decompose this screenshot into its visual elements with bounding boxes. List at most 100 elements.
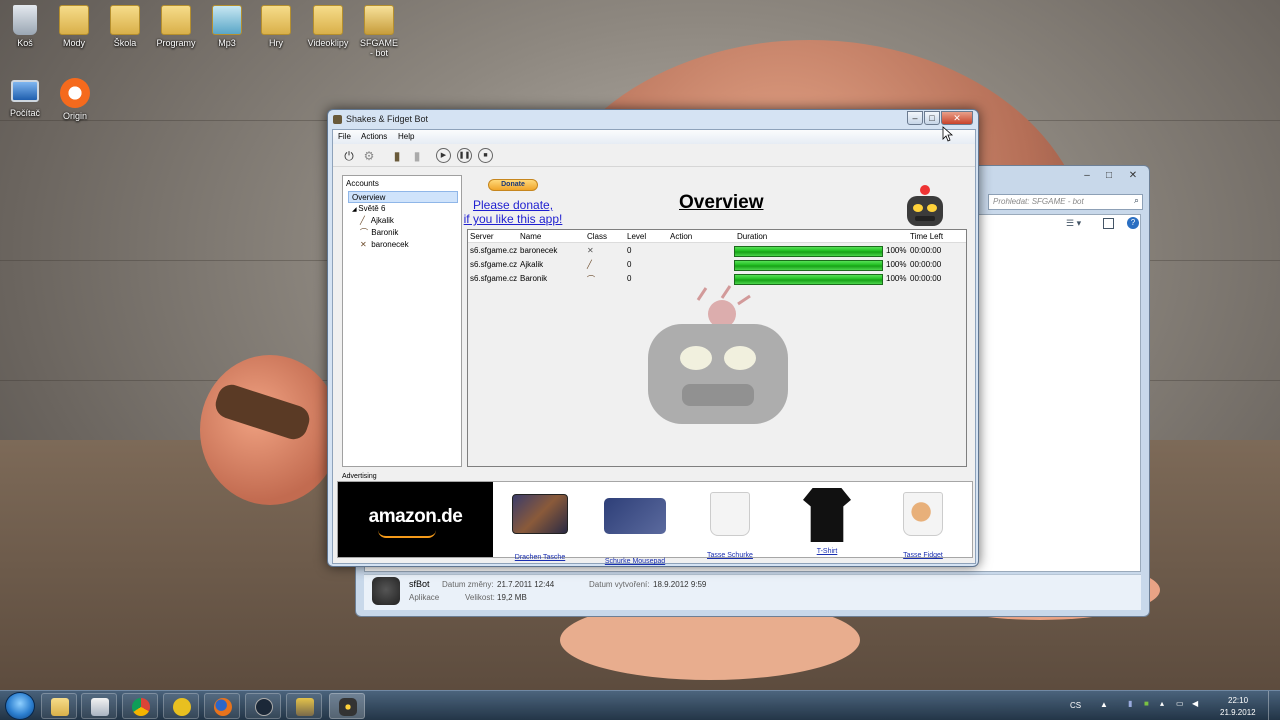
battery-icon[interactable]: ▭ bbox=[1176, 699, 1184, 708]
bow-icon: ⌒ bbox=[587, 275, 595, 284]
cell-server: s6.sfgame.cz bbox=[470, 260, 518, 269]
column-header-duration[interactable]: Duration bbox=[737, 232, 767, 241]
desktop-icon-label: Škola bbox=[113, 38, 137, 48]
desktop-icon-hry[interactable]: Hry bbox=[248, 5, 304, 48]
details-size-label: Velikost: bbox=[465, 593, 495, 602]
volume-icon[interactable]: ◀ bbox=[1192, 699, 1198, 708]
details-modified-label: Datum změny: bbox=[442, 580, 494, 589]
column-header-action[interactable]: Action bbox=[670, 232, 692, 241]
language-indicator[interactable]: CS bbox=[1070, 701, 1081, 710]
donate-link[interactable]: Please donate, if you like this app! bbox=[461, 198, 565, 226]
pause-icon[interactable]: ❚❚ bbox=[457, 148, 472, 163]
robot-logo-icon bbox=[907, 185, 943, 226]
taskbar-steam[interactable] bbox=[245, 693, 281, 719]
desktop-icon-origin[interactable]: Origin bbox=[47, 78, 103, 121]
desktop-icon-label: Počítač bbox=[9, 108, 40, 118]
tree-item-character[interactable]: ╱ Ajkalik bbox=[348, 215, 458, 227]
donate-link-line-2: if you like this app! bbox=[463, 212, 563, 226]
desktop-icon-mody[interactable]: Mody bbox=[46, 5, 102, 48]
app-icon bbox=[333, 115, 342, 124]
explorer-minimize-button[interactable]: – bbox=[1076, 170, 1098, 184]
app-titlebar[interactable]: Shakes & Fidget Bot – □ ✕ bbox=[328, 110, 978, 130]
remove-account-icon[interactable]: ▮ bbox=[409, 148, 425, 164]
advertising-banner[interactable]: amazon.de Drachen Tasche Schurke Mousepa… bbox=[337, 481, 973, 565]
ad-product[interactable]: Tasse Schurke bbox=[691, 486, 769, 559]
duration-progress-bar bbox=[734, 260, 883, 271]
taskbar-sfbot[interactable] bbox=[329, 693, 365, 719]
amazon-logo[interactable]: amazon.de bbox=[338, 482, 493, 557]
column-header-name[interactable]: Name bbox=[520, 232, 541, 241]
nvidia-icon[interactable]: ■ bbox=[1144, 699, 1149, 708]
stop-icon[interactable]: ■ bbox=[478, 148, 493, 163]
desktop-icon-videoklipy[interactable]: Videoklipy bbox=[300, 5, 356, 48]
tree-item-character[interactable]: ✕ baronecek bbox=[348, 239, 458, 251]
clock-date[interactable]: 21.9.2012 bbox=[1220, 708, 1256, 717]
ad-product[interactable]: T-Shirt bbox=[788, 486, 866, 555]
taskbar-chrome[interactable] bbox=[122, 693, 158, 719]
taskbar-firefox[interactable] bbox=[204, 693, 240, 719]
computer-icon bbox=[11, 80, 39, 102]
sword-icon: ✕ bbox=[360, 240, 367, 249]
taskbar-media-player[interactable] bbox=[81, 693, 117, 719]
view-options-icon[interactable]: ☰ ▾ bbox=[1066, 218, 1081, 229]
explorer-search-input[interactable]: Prohledat: SFGAME - bot bbox=[988, 194, 1143, 210]
menu-help[interactable]: Help bbox=[398, 132, 414, 141]
table-row[interactable]: s6.sfgame.cz baronecek ✕ 0 100% 00:00:00 bbox=[468, 244, 966, 258]
system-tray: CS ▲ ▮ ■ ▴ ▭ ◀ 22:10 21.9.2012 bbox=[1060, 691, 1280, 720]
donate-button[interactable]: Donate bbox=[488, 179, 538, 191]
column-header-class[interactable]: Class bbox=[587, 232, 607, 241]
ad-product[interactable]: Tasse Fidget bbox=[884, 486, 962, 559]
column-header-level[interactable]: Level bbox=[627, 232, 646, 241]
folder-icon bbox=[110, 5, 140, 35]
app-toolbar: ⏻ ⚙ ▮ ▮ ▶ ❚❚ ■ bbox=[333, 145, 975, 167]
minimize-button[interactable]: – bbox=[907, 111, 923, 125]
desktop-icon-programy[interactable]: Programy bbox=[148, 5, 204, 48]
show-hidden-icons-icon[interactable]: ▲ bbox=[1100, 700, 1108, 709]
taskbar-explorer[interactable] bbox=[41, 693, 77, 719]
maximize-button[interactable]: □ bbox=[924, 111, 940, 125]
bot-app-window[interactable]: Shakes & Fidget Bot – □ ✕ File Actions H… bbox=[327, 109, 979, 567]
desktop-icon-skola[interactable]: Škola bbox=[97, 5, 153, 48]
network-icon[interactable]: ▮ bbox=[1128, 699, 1132, 708]
menu-actions[interactable]: Actions bbox=[361, 132, 387, 141]
close-button[interactable]: ✕ bbox=[941, 111, 973, 125]
explorer-close-button[interactable]: ✕ bbox=[1122, 170, 1144, 184]
desktop-icon-mp3[interactable]: Mp3 bbox=[199, 5, 255, 48]
tree-character-label: Ajkalik bbox=[370, 216, 394, 225]
tree-item-overview[interactable]: Overview bbox=[348, 191, 458, 203]
cell-time-left: 00:00:00 bbox=[910, 260, 942, 269]
settings-gear-icon[interactable]: ⚙ bbox=[361, 148, 377, 164]
desktop-icon-computer[interactable]: Počítač bbox=[0, 80, 53, 118]
cell-name: Baronik bbox=[520, 274, 548, 283]
ad-product-caption: T-Shirt bbox=[816, 548, 838, 555]
column-header-time-left[interactable]: Time Left bbox=[910, 232, 943, 241]
cell-percent: 100% bbox=[886, 246, 907, 255]
duration-progress-fill bbox=[735, 247, 882, 256]
preview-pane-icon[interactable] bbox=[1103, 218, 1114, 229]
taskbar-app-yellow[interactable] bbox=[163, 693, 199, 719]
ad-product[interactable]: Drachen Tasche bbox=[501, 486, 579, 561]
desktop-icon-sfgame-bot[interactable]: SFGAME - bot bbox=[351, 5, 407, 58]
cell-percent: 100% bbox=[886, 260, 907, 269]
ad-product[interactable]: Schurke Mousepad bbox=[596, 486, 674, 565]
signal-icon[interactable]: ▴ bbox=[1160, 699, 1164, 708]
table-row[interactable]: s6.sfgame.cz Ajkalik ╱ 0 100% 00:00:00 bbox=[468, 258, 966, 272]
folder-icon bbox=[261, 5, 291, 35]
start-button[interactable] bbox=[5, 692, 35, 720]
duration-progress-bar bbox=[734, 246, 883, 257]
column-header-server[interactable]: Server bbox=[470, 232, 494, 241]
menu-file[interactable]: File bbox=[338, 132, 351, 141]
explorer-maximize-button[interactable]: □ bbox=[1098, 170, 1120, 184]
add-account-icon[interactable]: ▮ bbox=[389, 148, 405, 164]
origin-icon bbox=[60, 78, 90, 108]
show-desktop-button[interactable] bbox=[1268, 691, 1280, 720]
help-icon[interactable]: ? bbox=[1127, 217, 1139, 229]
power-icon[interactable]: ⏻ bbox=[341, 148, 357, 164]
details-size-value: 19,2 MB bbox=[497, 593, 527, 602]
clock-time[interactable]: 22:10 bbox=[1228, 696, 1248, 705]
taskbar-game-app[interactable] bbox=[286, 693, 322, 719]
play-icon[interactable]: ▶ bbox=[436, 148, 451, 163]
cell-name: Ajkalik bbox=[520, 260, 544, 269]
tree-item-world[interactable]: ◢ Světě 6 bbox=[348, 203, 458, 215]
tree-item-character[interactable]: ⌒ Baronik bbox=[348, 227, 458, 239]
